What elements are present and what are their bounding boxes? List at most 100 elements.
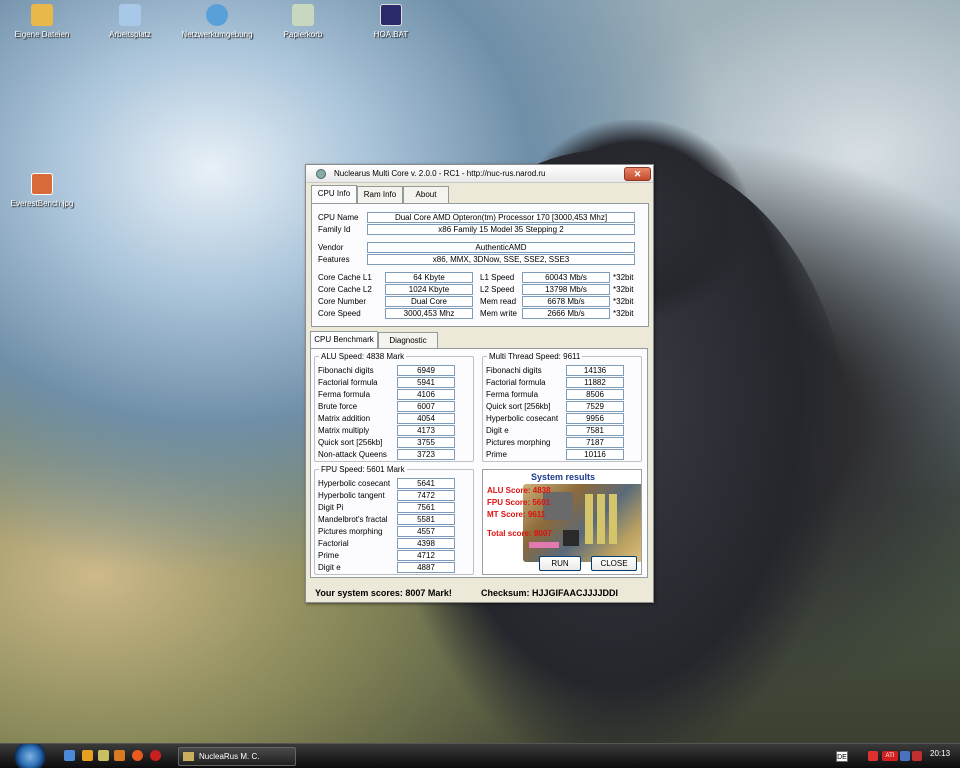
mt-row-label: Hyperbolic cosecant — [486, 414, 559, 423]
alu-score: ALU Score: 4838 — [487, 486, 551, 495]
desktop-icon-hoa-bat[interactable]: HOA.BAT — [351, 4, 431, 39]
taskbar: NucleaRus M. C. — [0, 743, 960, 768]
taskbar-window-button[interactable]: NucleaRus M. C. — [178, 747, 296, 766]
alu-row-label: Matrix addition — [318, 414, 371, 423]
fpu-row-value: 5641 — [397, 478, 455, 489]
core-number-label: Core Number — [318, 297, 367, 306]
desktop-icon-label: Arbeitsplatz — [109, 30, 151, 39]
system-results-title: System results — [530, 472, 596, 482]
cpu-name-label: CPU Name — [318, 213, 359, 222]
mt-row-value: 11882 — [566, 377, 624, 388]
mem-write-value: 2666 Mb/s — [522, 308, 610, 319]
l2-speed-unit: *32bit — [613, 285, 634, 294]
image-file-icon — [31, 173, 53, 195]
alu-row-value: 3723 — [397, 449, 455, 460]
recycle-bin-icon — [292, 4, 314, 26]
info-icon[interactable] — [82, 750, 93, 761]
total-score: Total score: 8007 — [487, 529, 552, 538]
fpu-row-label: Digit Pi — [318, 503, 344, 512]
fpu-row-label: Prime — [318, 551, 339, 560]
features-value: x86, MMX, 3DNow, SSE, SSE2, SSE3 — [367, 254, 635, 265]
desktop-icon-computer[interactable]: Arbeitsplatz — [90, 4, 170, 39]
window-title: Nuclearus Multi Core v. 2.0.0 - RC1 - ht… — [334, 169, 546, 178]
alu-row-label: Non-attack Queens — [318, 450, 387, 459]
tab-ram-info[interactable]: Ram Info — [357, 186, 403, 203]
l2-speed-value: 13798 Mb/s — [522, 284, 610, 295]
desktop-icon-network[interactable]: Netzwerkumgebung — [177, 4, 257, 39]
batch-file-icon — [380, 4, 402, 26]
fpu-row-label: Pictures morphing — [318, 527, 383, 536]
alu-row-value: 5941 — [397, 377, 455, 388]
desktop-icon-documents[interactable]: Eigene Dateien — [2, 4, 82, 39]
cache-l1-value: 64 Kbyte — [385, 272, 473, 283]
desktop-icon-recycle-bin[interactable]: Papierkorb — [263, 4, 343, 39]
documents-folder-icon — [31, 4, 53, 26]
fpu-score: FPU Score: 5601 — [487, 498, 551, 507]
alu-row-label: Fibonachi digits — [318, 366, 374, 375]
desktop-icon-everestbench[interactable]: EverestBench.jpg — [2, 173, 82, 208]
alu-row-value: 6949 — [397, 365, 455, 376]
taskbar-clock: 20:13 — [930, 749, 951, 758]
language-indicator[interactable]: DE — [836, 751, 848, 762]
features-label: Features — [318, 255, 350, 264]
alu-speed-title: ALU Speed: 4838 Mark — [319, 352, 407, 361]
system-score-text: Your system scores: 8007 Mark! — [315, 588, 452, 598]
desktop-icon-label: EverestBench.jpg — [10, 199, 74, 208]
browser-icon[interactable] — [114, 750, 125, 761]
alu-row-value: 4054 — [397, 413, 455, 424]
mt-row-label: Ferma formula — [486, 390, 539, 399]
mt-score: MT Score: 9611 — [487, 510, 546, 519]
vendor-value: AuthenticAMD — [367, 242, 635, 253]
window-titlebar[interactable]: Nuclearus Multi Core v. 2.0.0 - RC1 - ht… — [306, 165, 653, 183]
core-speed-label: Core Speed — [318, 309, 361, 318]
opera-icon[interactable] — [150, 750, 161, 761]
checksum-text: Checksum: HJJGIFAACJJJJDDI — [481, 588, 619, 598]
network-globe-icon — [206, 4, 228, 26]
mt-row-label: Quick sort [256kb] — [486, 402, 551, 411]
security-tray-icon[interactable] — [868, 751, 878, 761]
score-summary-bar: Your system scores: 8007 Mark! Checksum:… — [307, 585, 652, 601]
alu-row-label: Matrix multiply — [318, 426, 370, 435]
desktop-icon-label: Eigene Dateien — [14, 30, 70, 39]
close-icon[interactable]: ✕ — [624, 167, 651, 181]
alu-row-label: Brute force — [318, 402, 358, 411]
computer-icon — [119, 4, 141, 26]
mt-row-label: Digit e — [486, 426, 509, 435]
fpu-row-value: 4557 — [397, 526, 455, 537]
fpu-row-value: 4398 — [397, 538, 455, 549]
mt-speed-title: Multi Thread Speed: 9611 — [487, 352, 583, 361]
cache-l2-label: Core Cache L2 — [318, 285, 372, 294]
alu-row-label: Quick sort [256kb] — [318, 438, 383, 447]
network-tray-icon[interactable] — [900, 751, 910, 761]
media-icon[interactable] — [98, 750, 109, 761]
task-app-icon — [183, 752, 194, 761]
l1-speed-value: 60043 Mb/s — [522, 272, 610, 283]
fpu-row-value: 5581 — [397, 514, 455, 525]
fpu-row-value: 7472 — [397, 490, 455, 501]
mt-row-value: 8506 — [566, 389, 624, 400]
fpu-row-label: Hyperbolic cosecant — [318, 479, 391, 488]
warning-tray-icon[interactable] — [912, 751, 922, 761]
desktop-icon-label: Papierkorb — [283, 30, 323, 39]
mt-row-label: Fibonachi digits — [486, 366, 542, 375]
mem-write-unit: *32bit — [613, 309, 634, 318]
mt-row-label: Prime — [486, 450, 507, 459]
close-button[interactable]: CLOSE — [591, 556, 637, 571]
mem-read-label: Mem read — [480, 297, 517, 306]
start-button[interactable] — [12, 744, 48, 768]
tab-diagnostic[interactable]: Diagnostic — [378, 332, 438, 349]
desktop-icon-label: HOA.BAT — [373, 30, 409, 39]
ati-tray-icon[interactable]: ATI — [882, 751, 898, 761]
fpu-row-value: 7561 — [397, 502, 455, 513]
tab-cpu-info[interactable]: CPU Info — [311, 185, 357, 204]
run-button[interactable]: RUN — [539, 556, 581, 571]
motherboard-illustration — [523, 484, 641, 562]
tab-about[interactable]: About — [403, 186, 449, 203]
cpu-name-value: Dual Core AMD Opteron(tm) Processor 170 … — [367, 212, 635, 223]
fpu-speed-title: FPU Speed: 5601 Mark — [319, 465, 407, 474]
mt-row-label: Pictures morphing — [486, 438, 551, 447]
firefox-icon[interactable] — [132, 750, 143, 761]
show-desktop-icon[interactable] — [64, 750, 75, 761]
mt-row-value: 7187 — [566, 437, 624, 448]
alu-row-label: Ferma formula — [318, 390, 371, 399]
